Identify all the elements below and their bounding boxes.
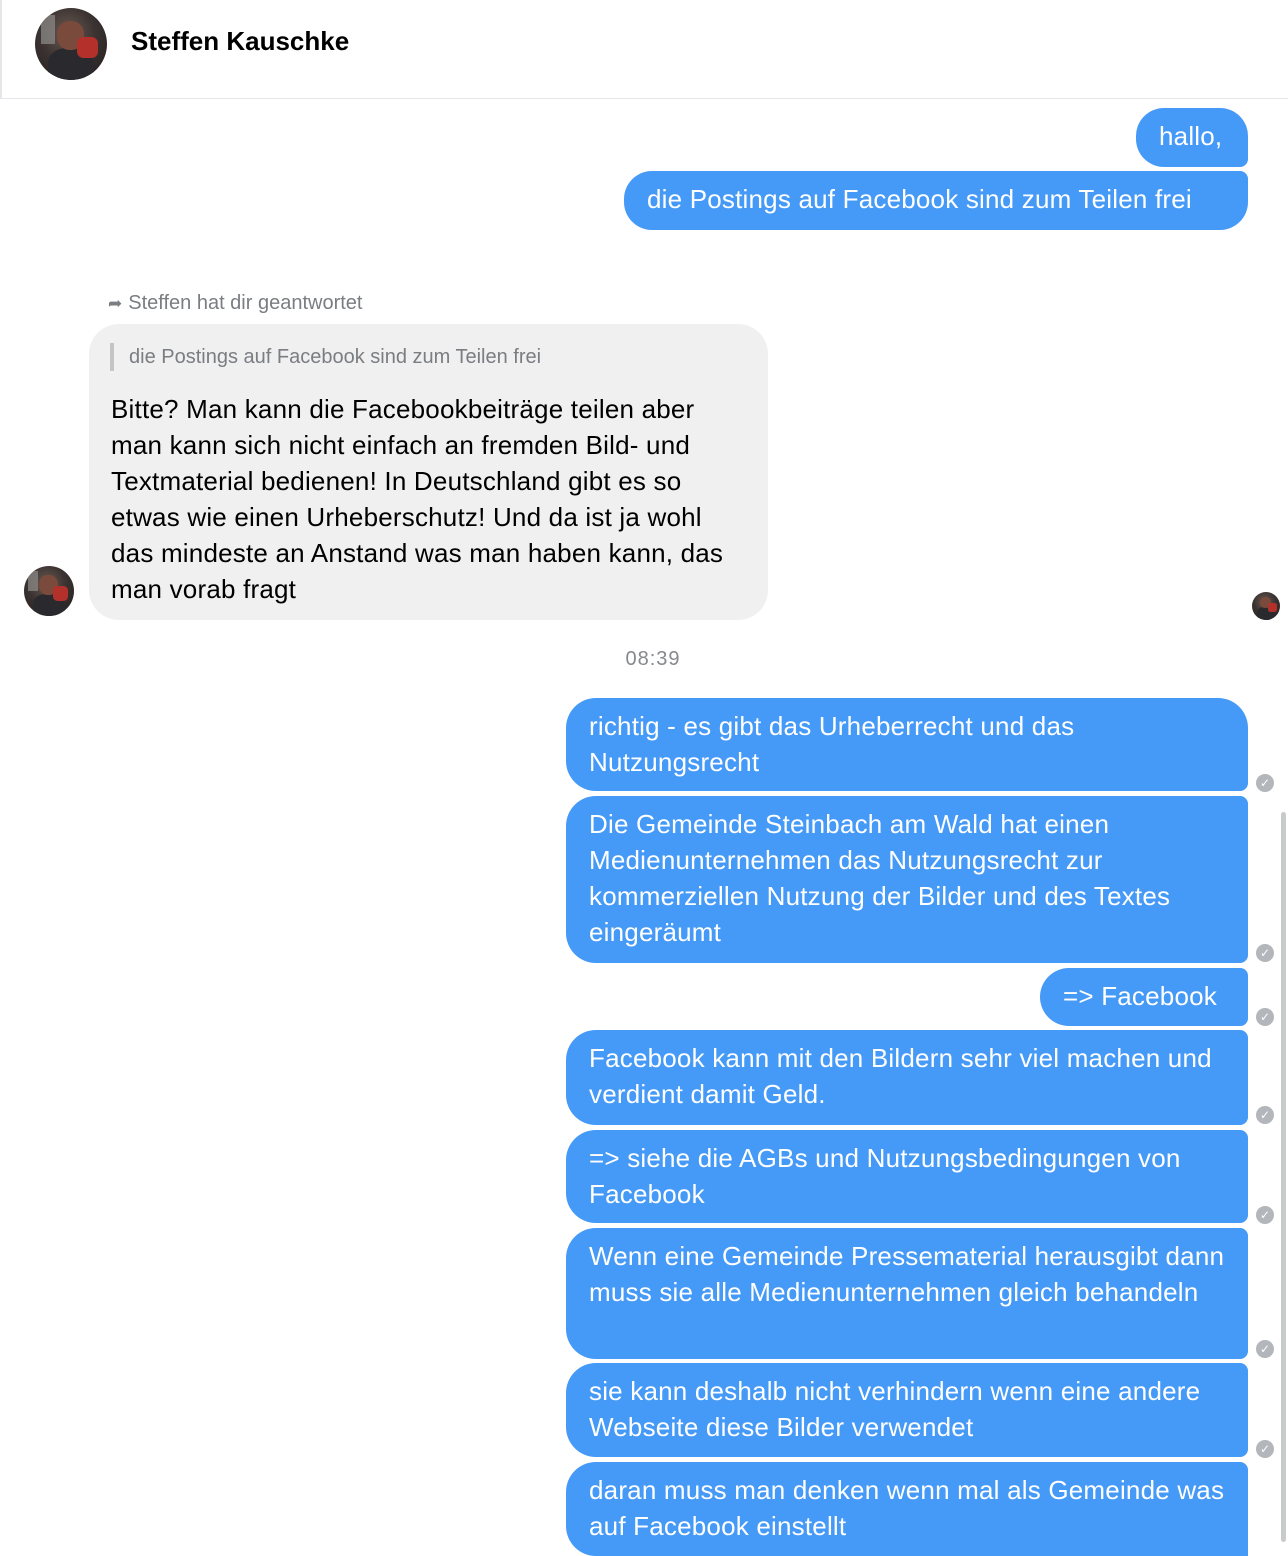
outgoing-message[interactable]: Facebook kann mit den Bildern sehr viel … <box>566 1030 1248 1125</box>
sender-avatar[interactable] <box>24 566 74 616</box>
outgoing-message[interactable]: die Postings auf Facebook sind zum Teile… <box>624 171 1248 230</box>
outgoing-message[interactable]: Die Gemeinde Steinbach am Wald hat einen… <box>566 796 1248 963</box>
reply-indicator-text: Steffen hat dir geantwortet <box>128 292 363 314</box>
scrollbar-thumb[interactable] <box>1281 812 1286 1542</box>
outgoing-message[interactable]: sie kann deshalb nicht verhindern wenn e… <box>566 1363 1248 1457</box>
check-circle-icon: ✓ <box>1256 1206 1274 1224</box>
outgoing-message[interactable]: Wenn eine Gemeinde Pressematerial heraus… <box>566 1228 1248 1359</box>
timestamp: 08:39 <box>625 648 681 670</box>
contact-name[interactable]: Steffen Kauschke <box>131 26 349 57</box>
outgoing-message[interactable]: => siehe die AGBs und Nutzungsbedingunge… <box>566 1130 1248 1223</box>
check-circle-icon: ✓ <box>1256 1340 1274 1358</box>
incoming-message-text: Bitte? Man kann die Facebookbeiträge tei… <box>111 394 724 604</box>
outgoing-message[interactable]: hallo, <box>1136 108 1248 167</box>
check-circle-icon: ✓ <box>1256 774 1274 792</box>
outgoing-message[interactable]: daran muss man denken wenn mal als Gemei… <box>566 1462 1248 1556</box>
check-circle-icon: ✓ <box>1256 1440 1274 1458</box>
contact-avatar[interactable] <box>35 8 107 80</box>
check-circle-icon: ✓ <box>1256 944 1274 962</box>
read-receipt-avatar <box>1252 592 1280 620</box>
share-arrow-icon: ➦ <box>108 294 123 313</box>
check-circle-icon: ✓ <box>1256 1106 1274 1124</box>
reply-indicator: ➦ Steffen hat dir geantwortet <box>108 292 362 315</box>
outgoing-message[interactable]: richtig - es gibt das Urheberrecht und d… <box>566 698 1248 791</box>
outgoing-message[interactable]: => Facebook <box>1040 968 1248 1026</box>
check-circle-icon: ✓ <box>1256 1008 1274 1026</box>
chat-header: Steffen Kauschke <box>0 0 1288 99</box>
quoted-message: die Postings auf Facebook sind zum Teile… <box>110 343 541 371</box>
